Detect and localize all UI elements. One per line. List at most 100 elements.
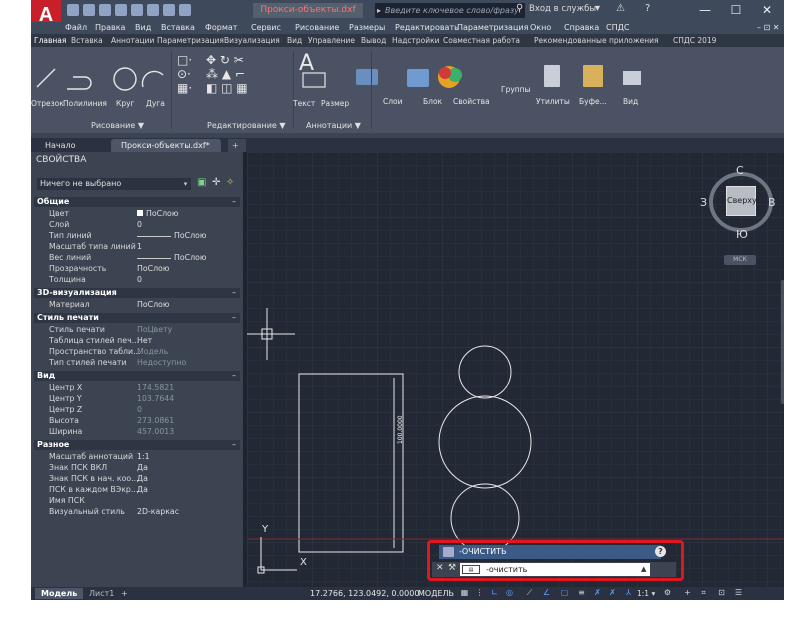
prop-row[interactable]: Стиль печати ПоЦвету	[34, 325, 240, 335]
prop-row[interactable]: Пространство табли... Модель	[34, 347, 240, 357]
line-tool[interactable]: Отрезок	[31, 99, 64, 108]
text-icon[interactable]: A	[299, 51, 314, 76]
panel-annotation-label[interactable]: Аннотации ▼	[306, 121, 361, 130]
scale-dropdown[interactable]: 1:1 ▾	[637, 587, 655, 600]
maximize-button[interactable]: ☐	[721, 0, 751, 20]
tab-start[interactable]: Начало	[35, 139, 107, 152]
cart-icon[interactable]: ▾	[595, 3, 600, 14]
prop-row[interactable]: Центр Z 0	[34, 405, 240, 415]
prop-row[interactable]: Цвет ПоСлою	[34, 209, 240, 219]
section-3d-visualization[interactable]: 3D-визуализация –	[34, 288, 240, 298]
menu-insert[interactable]: Вставка	[161, 22, 195, 34]
menu-edit[interactable]: Правка	[95, 22, 125, 34]
section-plot-style[interactable]: Стиль печати –	[34, 313, 240, 323]
collapse-icon[interactable]: –	[232, 288, 236, 298]
print-icon[interactable]	[131, 4, 143, 16]
redo-icon[interactable]	[179, 4, 191, 16]
menu-view[interactable]: Вид	[135, 22, 151, 34]
drawing-canvas[interactable]: Y X 100.0000 С З В Ю Сверху МСК -ОЧИСТИТ…	[247, 152, 784, 587]
tab-collaborate[interactable]: Совместная работа	[443, 34, 520, 47]
osnap-icon[interactable]: ▢	[560, 588, 569, 598]
tab-insert[interactable]: Вставка	[71, 34, 103, 47]
new-tab-button[interactable]: +	[228, 139, 246, 152]
isodraft-icon[interactable]: ⟋	[525, 588, 534, 598]
search-input[interactable]: Введите ключевое слово/фразу	[375, 3, 525, 18]
menu-modify[interactable]: Редактировать	[395, 22, 459, 34]
osnap-tracking-icon[interactable]: ∠	[542, 588, 551, 598]
utilities-button[interactable]: Утилиты	[536, 97, 570, 106]
prop-row[interactable]: Тип линий ПоСлою	[34, 231, 240, 241]
annotation-scale-icon[interactable]: ⅄	[624, 588, 633, 598]
tab-visualize[interactable]: Визуализация	[224, 34, 280, 47]
menu-draw[interactable]: Рисование	[295, 22, 339, 34]
modify-tools-icon[interactable]: ✥ ↻ ✂ ⁂ ▲ ⌐ ◧ ◫ ▦	[206, 53, 248, 95]
tab-parametric[interactable]: Параметризация	[157, 34, 224, 47]
prop-row[interactable]: Знак ПСК ВКЛ Да	[34, 463, 240, 473]
ucs-menu[interactable]: МСК	[724, 255, 756, 265]
arc-tool[interactable]: Дуга	[146, 99, 165, 108]
collapse-icon[interactable]: –	[232, 371, 236, 381]
prop-row[interactable]: Знак ПСК в нач. коо... Да	[34, 474, 240, 484]
prop-row[interactable]: Материал ПоСлою	[34, 300, 240, 310]
menu-spds[interactable]: СПДС	[606, 22, 629, 34]
undo-icon[interactable]	[163, 4, 175, 16]
section-view[interactable]: Вид –	[34, 371, 240, 381]
prop-row[interactable]: Толщина 0	[34, 275, 240, 285]
prop-row[interactable]: Центр X 174.5821	[34, 383, 240, 393]
save-icon[interactable]	[99, 4, 111, 16]
coordinate-readout[interactable]: 17.2766, 123.0492, 0.0000	[310, 587, 419, 600]
prop-row[interactable]: Тип стилей печати Недоступно	[34, 358, 240, 368]
isolate-icon[interactable]: ⊡	[717, 588, 726, 598]
prop-row[interactable]: Высота 273.0861	[34, 416, 240, 426]
prop-row[interactable]: Имя ПСК	[34, 496, 240, 506]
section-general[interactable]: Общие –	[34, 197, 240, 207]
prop-row[interactable]: Центр Y 103.7644	[34, 394, 240, 404]
polyline-tool[interactable]: Полилиния	[63, 99, 107, 108]
panel-draw-label[interactable]: Рисование ▼	[91, 121, 144, 130]
prop-row[interactable]: Таблица стилей печ... Нет	[34, 336, 240, 346]
tab-annotate[interactable]: Аннотации	[111, 34, 154, 47]
quick-select-icon[interactable]: ✧	[226, 177, 234, 188]
menu-format[interactable]: Формат	[205, 22, 237, 34]
plus-icon[interactable]: +	[683, 588, 692, 598]
menu-window[interactable]: Окно	[530, 22, 551, 34]
mdi-controls[interactable]: – ⊡ ✕	[757, 22, 780, 34]
save-as-icon[interactable]	[115, 4, 127, 16]
tab-output[interactable]: Вывод	[361, 34, 386, 47]
add-layout-button[interactable]: +	[115, 588, 134, 599]
menu-file[interactable]: Файл	[65, 22, 87, 34]
minimize-button[interactable]: —	[690, 0, 720, 20]
layers-button[interactable]: Слои	[383, 97, 403, 106]
compass-south[interactable]: Ю	[736, 228, 748, 241]
panel-modify-label[interactable]: Редактирование ▼	[207, 121, 286, 130]
sign-in-button[interactable]: Вход в службы	[529, 4, 596, 14]
compass-west[interactable]: З	[700, 196, 707, 209]
prop-row[interactable]: Масштаб аннотаций 1:1	[34, 452, 240, 462]
new-icon[interactable]	[67, 4, 79, 16]
compass-north[interactable]: С	[736, 164, 744, 177]
select-objects-icon[interactable]: ✛	[212, 177, 220, 188]
view-button[interactable]: Вид	[623, 97, 638, 106]
collapse-icon[interactable]: –	[232, 197, 236, 207]
clipboard-button[interactable]: Буфе...	[579, 97, 607, 106]
ortho-icon[interactable]: ∟	[490, 588, 499, 598]
tab-home[interactable]: Главная	[34, 34, 66, 47]
prop-row[interactable]: Прозрачность ПоСлою	[34, 264, 240, 274]
collapse-icon[interactable]: –	[232, 440, 236, 450]
menu-dimension[interactable]: Размеры	[349, 22, 385, 34]
tab-manage[interactable]: Управление	[308, 34, 355, 47]
exchange-icon[interactable]: ⚠	[616, 3, 625, 14]
prop-row[interactable]: Масштаб типа линий 1	[34, 242, 240, 252]
menu-help[interactable]: Справка	[564, 22, 599, 34]
groups-button[interactable]: Группы	[501, 85, 531, 94]
tab-view[interactable]: Вид	[287, 34, 302, 47]
layout-tab-model[interactable]: Модель	[35, 588, 84, 599]
prop-row[interactable]: Ширина 457.0013	[34, 427, 240, 437]
tab-document[interactable]: Прокси-объекты.dxf* ✕	[111, 139, 221, 163]
tab-addins[interactable]: Надстройки	[392, 34, 440, 47]
open-icon[interactable]	[83, 4, 95, 16]
auto-scale-icon[interactable]: ✗	[608, 588, 617, 598]
toggle-pickadd-icon[interactable]: ▣	[197, 177, 206, 188]
text-tool[interactable]: Текст	[293, 99, 315, 108]
chevron-down-icon[interactable]: ▾	[180, 178, 191, 190]
